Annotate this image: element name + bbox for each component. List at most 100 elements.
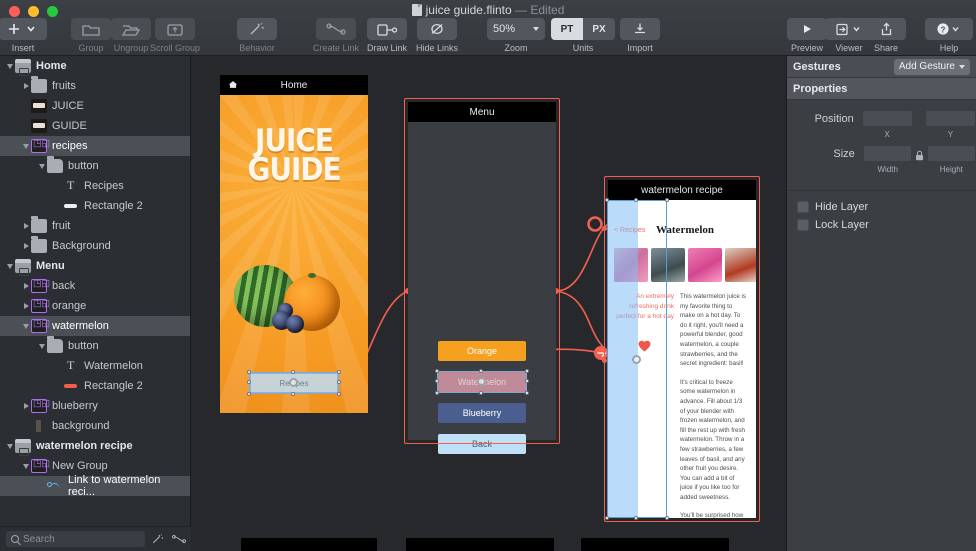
layer-row-guide[interactable]: GUIDE [0,116,190,136]
artboard-menu-title: Menu [408,102,556,122]
artboard-partial[interactable] [406,538,554,551]
units-control[interactable]: PT PX Units [551,18,615,54]
size-sublabels: Width Height [787,165,976,174]
layer-row-background[interactable]: Background [0,236,190,256]
disclosure-open-icon[interactable] [5,63,15,69]
layer-label: button [68,340,99,352]
layer-row-menu[interactable]: Menu [0,256,190,276]
disclosure-closed-icon[interactable] [21,403,31,409]
link-handle[interactable] [602,348,607,353]
layer-row-rectangle-2[interactable]: Rectangle 2 [0,376,190,396]
layer-row-button[interactable]: button [0,156,190,176]
document-icon [411,4,422,16]
layer-row-button[interactable]: button [0,336,190,356]
lock-layer-row[interactable]: Lock Layer [797,219,976,231]
magic-wand-icon[interactable] [151,532,165,546]
disclosure-closed-icon[interactable] [21,283,31,289]
layer-row-watermelon-recipe[interactable]: watermelon recipe [0,436,190,456]
move-anchor[interactable] [477,377,486,386]
canvas-area[interactable]: Home JUICE GUIDE Recipes [191,56,786,551]
layer-row-back[interactable]: back [0,276,190,296]
layer-row-fruit[interactable]: fruit [0,216,190,236]
size-height-input[interactable] [926,145,976,162]
menu-button-back[interactable]: Back [438,434,526,454]
disclosure-closed-icon[interactable] [21,223,31,229]
disclosure-open-icon[interactable] [37,343,47,349]
lock-icon[interactable] [915,148,924,161]
recipe-paragraph: This watermelon juice is my favorite thi… [680,293,747,368]
disclosure-open-icon[interactable] [37,163,47,169]
group-icon [31,398,50,413]
menu-button-blueberry[interactable]: Blueberry [438,403,526,423]
link-icon[interactable] [171,532,186,546]
link-handle[interactable] [602,358,607,363]
heart-icon[interactable] [638,340,651,352]
artboard-recipe-label: watermelon recipe [641,184,723,196]
artboard-partial[interactable] [581,538,729,551]
scroll-group-tool[interactable]: Scroll Group [143,18,207,54]
position-y-input[interactable] [924,110,976,127]
layer-row-recipes[interactable]: Recipes [0,176,190,196]
import-tool[interactable]: Import [608,18,672,54]
help-tool[interactable]: ? Help [917,18,976,54]
zoom-select[interactable]: 50% [487,18,545,40]
disclosure-open-icon[interactable] [21,323,31,329]
disclosure-open-icon[interactable] [21,143,31,149]
search-input[interactable]: Search [6,531,145,547]
units-option-pt[interactable]: PT [551,18,583,40]
layer-row-new-group[interactable]: New Group [0,456,190,476]
link-handle[interactable] [602,226,607,231]
layer-row-link-to-watermelon-reci[interactable]: Link to watermelon reci... [0,474,190,498]
disclosure-open-icon[interactable] [21,463,31,469]
move-anchor[interactable] [289,378,298,387]
hide-links-tool[interactable]: Hide Links [405,18,469,54]
artboard-menu-label: Menu [469,106,495,118]
layer-label: fruit [52,220,71,232]
import-label: Import [627,43,653,53]
disclosure-closed-icon[interactable] [21,303,31,309]
add-gesture-button[interactable]: Add Gesture [893,58,970,75]
layer-row-background[interactable]: background [0,416,190,436]
menu-button-orange[interactable]: Orange [438,341,526,361]
insert-tool[interactable]: Insert [0,18,55,54]
disclosure-open-icon[interactable] [5,263,15,269]
artboard-partial[interactable] [241,538,377,551]
behavior-tool[interactable]: Behavior [225,18,289,54]
rect-red-icon [63,379,79,393]
draw-link-icon [367,18,407,40]
artboard-icon [15,259,31,276]
disclosure-closed-icon[interactable] [21,83,31,89]
move-anchor[interactable] [632,355,641,364]
artboard-menu[interactable]: Menu Orange Watermelon Blueberry Back [404,98,560,454]
artboard-watermelon-recipe[interactable]: watermelon recipe < Recipes Watermelon A… [602,176,760,522]
size-row: Size [787,145,976,162]
import-icon [620,18,660,40]
zoom-control[interactable]: 50% Zoom [484,18,548,54]
recipe-thumbnail[interactable] [651,248,685,282]
layer-row-orange[interactable]: orange [0,296,190,316]
layer-row-juice[interactable]: JUICE [0,96,190,116]
text-icon [63,178,79,193]
share-tool[interactable]: Share [854,18,918,54]
size-width-input[interactable] [862,145,912,162]
layer-row-fruits[interactable]: fruits [0,76,190,96]
recipe-thumbnail[interactable] [725,248,756,282]
units-segmented-control[interactable]: PT PX [551,18,615,40]
layer-row-watermelon[interactable]: Watermelon [0,356,190,376]
layer-row-home[interactable]: Home [0,56,190,76]
layer-row-watermelon[interactable]: watermelon [0,316,190,336]
disclosure-open-icon[interactable] [5,443,15,449]
hide-layer-row[interactable]: Hide Layer [797,201,976,213]
position-x-input[interactable] [861,110,913,127]
layer-row-blueberry[interactable]: blueberry [0,396,190,416]
layer-tree[interactable]: Home fruits JUICE GUIDE recipes button Recipes… [0,56,190,526]
disclosure-closed-icon[interactable] [21,243,31,249]
layer-row-recipes[interactable]: recipes [0,136,190,156]
layer-row-rectangle-2[interactable]: Rectangle 2 [0,196,190,216]
hide-layer-checkbox[interactable] [797,201,809,213]
artboard-home[interactable]: Home JUICE GUIDE Recipes [220,75,368,413]
lock-layer-checkbox[interactable] [797,219,809,231]
hero-title: JUICE GUIDE [220,126,368,186]
recipe-thumbnail[interactable] [688,248,722,282]
recipe-body-text: This watermelon juice is my favorite thi… [680,292,748,518]
